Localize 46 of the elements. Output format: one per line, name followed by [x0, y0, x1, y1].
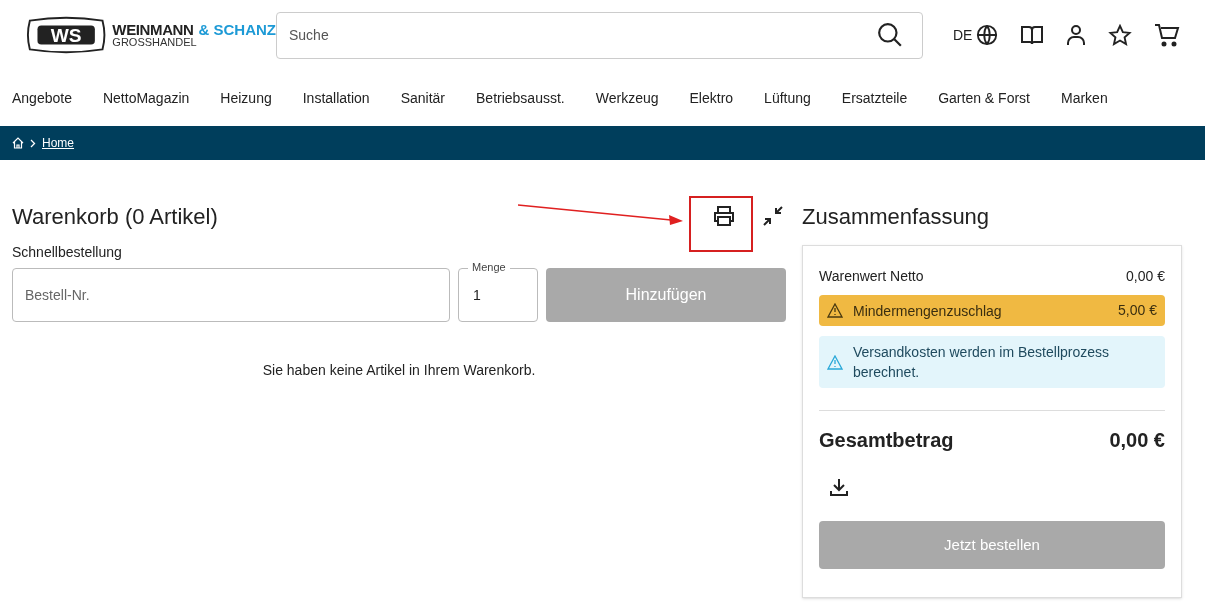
empty-cart-message: Sie haben keine Artikel in Ihrem Warenkorb. [261, 361, 537, 380]
nav-link[interactable]: Garten & Forst [938, 87, 1030, 109]
search-icon[interactable] [877, 21, 903, 48]
nav-link[interactable]: Angebote [12, 87, 72, 109]
annotation-highlight-box [689, 196, 753, 252]
nav-link[interactable]: Betriebsausst. [476, 87, 565, 109]
breadcrumb-link[interactable]: Home [42, 134, 74, 152]
nav-link[interactable]: Installation [302, 87, 370, 109]
net-value: 0,00 € [1126, 267, 1165, 286]
notice-value: 5,00 € [1118, 301, 1157, 320]
search-field[interactable]: Suche [276, 11, 923, 59]
language-label[interactable]: DE [953, 24, 973, 46]
cart-title: Warenkorb (0 Artikel) [12, 202, 218, 231]
cart-icon[interactable] [1154, 23, 1181, 47]
nav-link[interactable]: Ersatzteile [841, 87, 908, 109]
nav-link[interactable]: NettoMagazin [102, 87, 190, 109]
globe-icon[interactable] [976, 24, 999, 46]
star-icon[interactable] [1108, 24, 1133, 46]
notice-text: Versandkosten werden im Bestellprozess berechnet. [853, 343, 1111, 382]
logo-tagline: GROSSHANDEL [112, 37, 198, 48]
summary-title: Zusammenfassung [802, 202, 991, 231]
quantity-label: Menge [468, 260, 510, 274]
quick-order-label: Schnellbestellung [12, 243, 123, 262]
logo-accent: & SCHANZ [198, 22, 276, 37]
nav-link[interactable]: Sanitär [400, 87, 445, 109]
nav-link[interactable]: Elektro [689, 87, 734, 109]
user-icon[interactable] [1066, 24, 1087, 46]
warning-icon [827, 354, 843, 370]
notice-text: Mindermengenzuschlag [853, 301, 1003, 321]
net-label: Warenwert Netto [819, 267, 924, 286]
logo-name: WEINMANN [112, 22, 194, 37]
nav-link[interactable]: Marken [1061, 87, 1108, 109]
nav-link[interactable]: Lüftung [764, 87, 811, 109]
logo-icon: WS [26, 16, 107, 54]
warning-icon [827, 303, 843, 318]
order-number-field[interactable]: Bestell-Nr. [12, 268, 450, 322]
collapse-icon[interactable] [762, 205, 784, 227]
chevron-icon [30, 138, 36, 148]
total-value: 0,00 € [1109, 428, 1165, 453]
book-icon[interactable] [1020, 24, 1045, 46]
nav-link[interactable]: Heizung [220, 87, 272, 109]
download-icon[interactable] [829, 477, 849, 497]
home-icon[interactable] [12, 137, 24, 149]
total-label: Gesamtbetrag [819, 428, 954, 453]
nav-link[interactable]: Werkzeug [595, 87, 659, 109]
printer-icon[interactable] [712, 205, 736, 227]
